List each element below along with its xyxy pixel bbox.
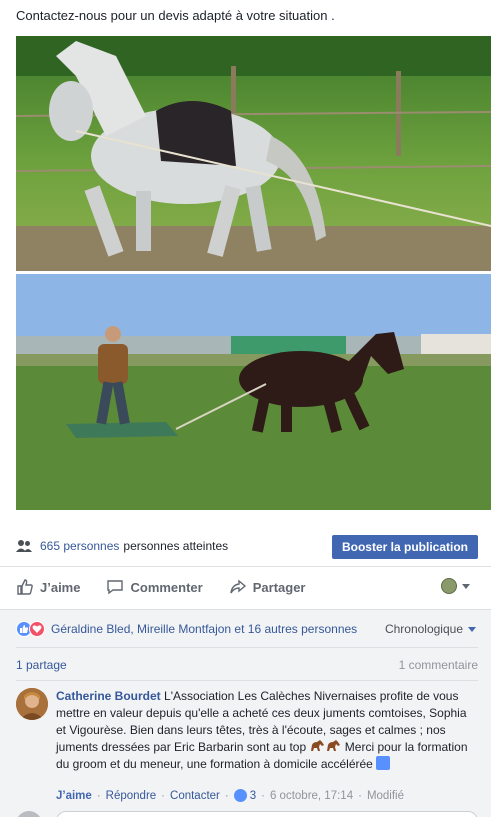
share-label: Partager: [252, 579, 306, 595]
photo-grey-horse-image: [16, 36, 491, 271]
comment-reply-button[interactable]: Répondre: [106, 790, 157, 802]
shares-link[interactable]: 1 partage: [16, 658, 67, 672]
comment-like-button[interactable]: J’aime: [56, 790, 92, 802]
separator: ·: [358, 789, 362, 802]
chevron-down-icon: [462, 583, 470, 589]
comment-edited[interactable]: Modifié: [367, 790, 404, 802]
page-avatar-icon: [441, 578, 457, 594]
people-icon: [16, 540, 32, 552]
reactions-row: Géraldine Bled, Mireille Montfajon et 16…: [16, 619, 478, 639]
sort-label: Chronologique: [384, 622, 463, 636]
divider: [16, 647, 478, 648]
comment-label: Commenter: [130, 579, 203, 595]
avatar[interactable]: [16, 688, 48, 720]
chevron-down-icon: [468, 626, 476, 632]
divider: [0, 566, 491, 567]
boost-post-button[interactable]: Booster la publication: [331, 535, 478, 559]
separator: ·: [161, 789, 166, 802]
action-bar: J’aime Commenter Partager: [16, 572, 478, 602]
comment-sort-dropdown[interactable]: Chronologique: [385, 622, 476, 636]
love-reaction-icon[interactable]: [29, 621, 45, 637]
reactors-link[interactable]: Géraldine Bled, Mireille Montfajon et 16…: [51, 622, 357, 636]
photo-brown-horse-image: [16, 274, 491, 510]
horse-emoji-icon: [327, 740, 341, 751]
comment-button[interactable]: Commenter: [106, 578, 203, 596]
comment-timestamp[interactable]: 6 octobre, 17:14: [270, 790, 353, 802]
photo-brown-horse[interactable]: [16, 274, 491, 510]
comment-contact-button[interactable]: Contacter: [170, 790, 220, 802]
share-arrow-icon: [230, 579, 246, 594]
thumbs-up-emoji-icon: [376, 756, 391, 770]
like-count-icon[interactable]: [233, 789, 247, 802]
like-button[interactable]: J’aime: [16, 578, 80, 596]
thumbs-up-icon: [17, 579, 33, 595]
post-text: Contactez-nous pour un devis adapté à vo…: [16, 8, 335, 23]
comment-body: Catherine Bourdet L'Association Les Calè…: [56, 688, 478, 773]
audience-selector[interactable]: [441, 578, 470, 594]
comment-like-count[interactable]: 3: [250, 790, 256, 802]
like-label: J’aime: [40, 579, 81, 595]
divider: [0, 609, 491, 610]
comment-meta: J’aime · Répondre · Contacter · 3 · 6 oc…: [56, 789, 404, 802]
separator: ·: [96, 789, 101, 802]
comment-author-link[interactable]: Catherine Bourdet: [56, 689, 161, 703]
separator: ·: [261, 789, 265, 802]
horse-emoji-icon: [311, 740, 325, 751]
photo-grey-horse[interactable]: [16, 36, 491, 271]
separator: ·: [224, 789, 229, 802]
share-button[interactable]: Partager: [229, 578, 306, 596]
reach-count-link[interactable]: 665 personnes: [40, 539, 119, 553]
comments-count-link[interactable]: 1 commentaire: [399, 658, 478, 672]
comment-input[interactable]: [56, 811, 478, 817]
divider: [16, 680, 478, 681]
reach-row: 665 personnes personnes atteintes Booste…: [16, 532, 478, 560]
stats-row: 1 partage 1 commentaire: [16, 658, 478, 674]
comment-icon: [107, 580, 124, 595]
reach-label: personnes atteintes: [123, 539, 229, 553]
